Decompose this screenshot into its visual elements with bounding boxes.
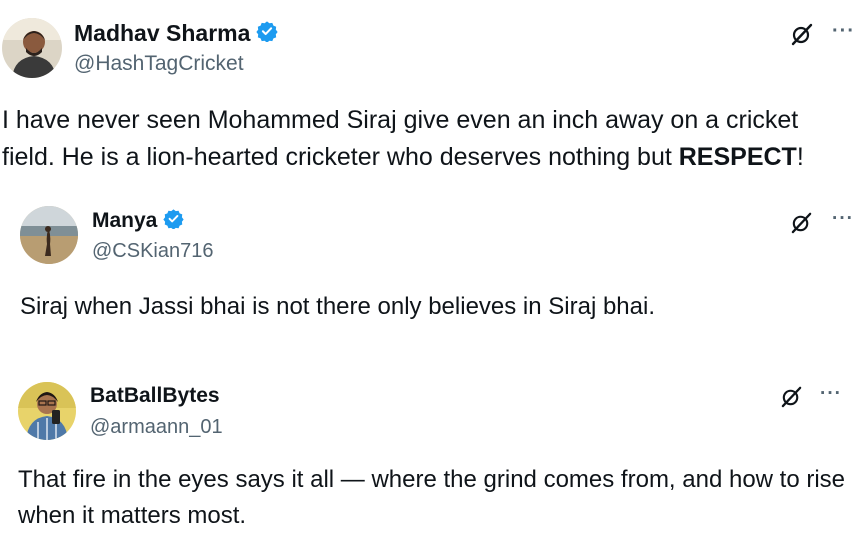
beach-photo-icon: [20, 206, 78, 264]
avatar[interactable]: [20, 206, 78, 264]
post-text: That fire in the eyes says it all — wher…: [18, 466, 846, 529]
author-name[interactable]: BatBallBytes: [90, 384, 220, 408]
emphasis-text: RESPECT: [678, 143, 797, 171]
post-text: Siraj when Jassi bhai is not there only …: [20, 293, 656, 320]
author-handle[interactable]: @armaann_01: [90, 416, 223, 439]
author-handle[interactable]: @HashTagCricket: [74, 52, 244, 76]
person-photo-icon: [2, 18, 62, 78]
author-name[interactable]: Madhav Sharma: [74, 20, 250, 47]
author-name[interactable]: Manya: [92, 209, 157, 233]
more-options-icon[interactable]: ···: [832, 20, 855, 43]
grok-icon[interactable]: [780, 385, 803, 413]
avatar[interactable]: [2, 18, 62, 78]
person-photo-icon: [18, 382, 76, 440]
grok-icon[interactable]: [790, 211, 813, 239]
more-options-icon[interactable]: ···: [832, 208, 854, 230]
grok-icon[interactable]: [790, 22, 814, 51]
author-handle[interactable]: @CSKian716: [92, 240, 213, 263]
verified-badge-icon: [256, 20, 279, 47]
more-options-icon[interactable]: ···: [820, 383, 842, 405]
verified-badge-icon: [163, 208, 185, 234]
post-text: I have never seen Mohammed Siraj give ev…: [2, 106, 804, 171]
avatar[interactable]: [18, 382, 76, 440]
